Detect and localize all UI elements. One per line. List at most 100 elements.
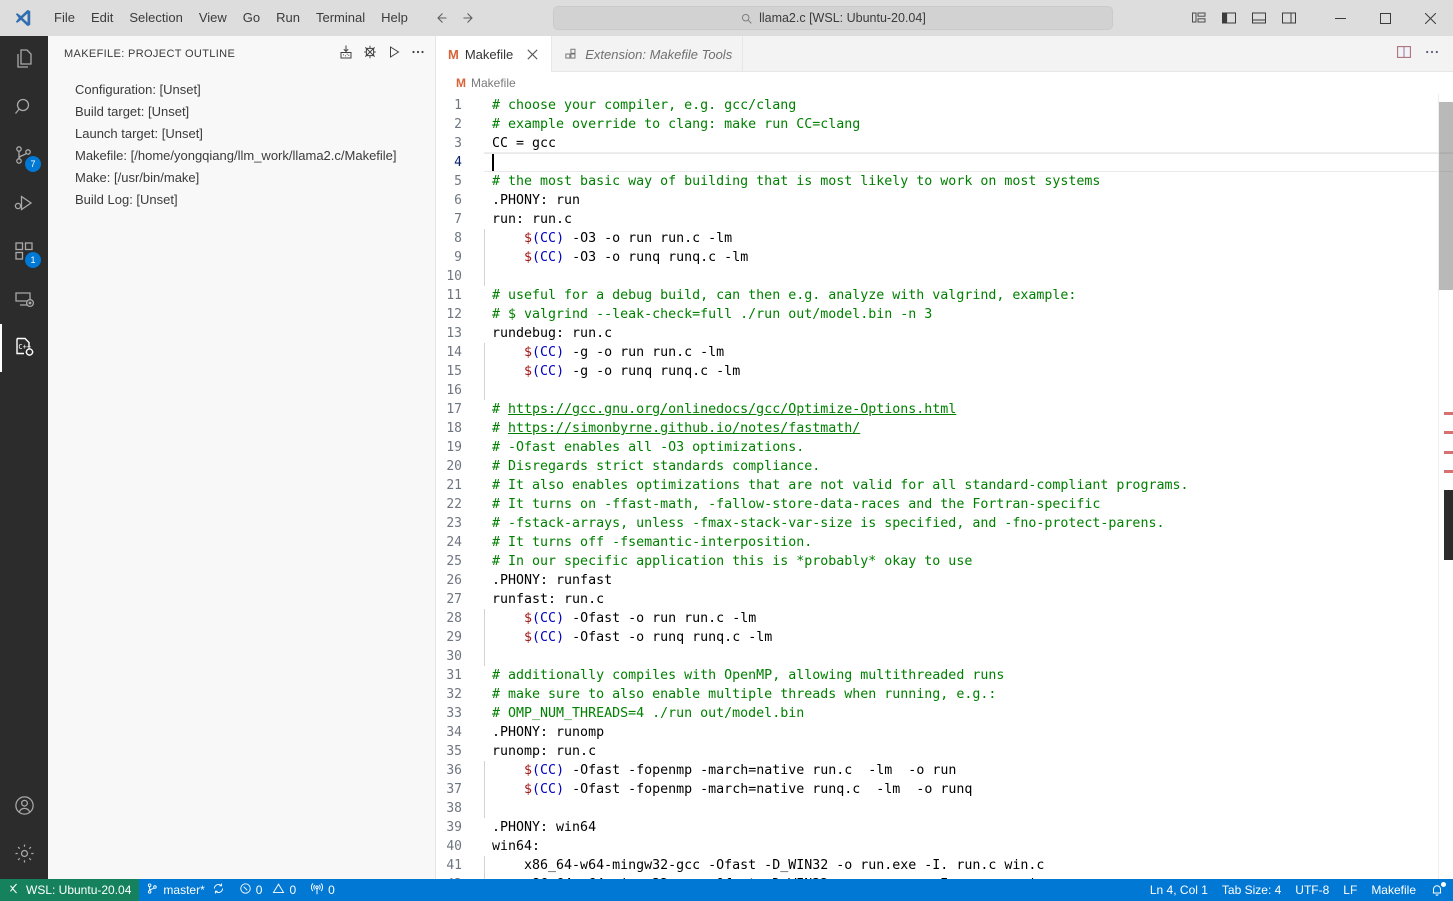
code-line[interactable]: 24 # It turns off -fsemantic-interpositio…	[436, 533, 1453, 552]
outline-row-makefile[interactable]: Makefile: [/home/yongqiang/llm_work/llam…	[48, 145, 435, 167]
split-editor-right-button[interactable]	[1391, 41, 1417, 67]
code-line[interactable]: 3 CC = gcc	[436, 134, 1453, 153]
code-line[interactable]: 6 .PHONY: run	[436, 191, 1453, 210]
code-line[interactable]: 10	[436, 267, 1453, 286]
editor-vertical-scrollbar[interactable]	[1439, 94, 1453, 879]
code-line[interactable]: 4	[436, 152, 1453, 172]
activity-search[interactable]	[0, 84, 48, 132]
outline-row-build-target[interactable]: Build target: [Unset]	[48, 101, 435, 123]
menu-run[interactable]: Run	[268, 0, 308, 36]
code-line[interactable]: 11 # useful for a debug build, can then e…	[436, 286, 1453, 305]
activity-makefile-tools[interactable]: C++	[0, 324, 48, 372]
close-icon[interactable]	[523, 45, 541, 63]
code-line[interactable]: 28 $(CC) -Ofast -o run run.c -lm	[436, 609, 1453, 628]
status-encoding[interactable]: UTF-8	[1288, 879, 1336, 901]
status-cursor-position[interactable]: Ln 4, Col 1	[1143, 879, 1215, 901]
editor-more-actions-button[interactable]	[1419, 41, 1445, 67]
code-line[interactable]: 32 # make sure to also enable multiple th…	[436, 685, 1453, 704]
code-line[interactable]: 1 # choose your compiler, e.g. gcc/clang	[436, 96, 1453, 115]
code-line[interactable]: 16	[436, 381, 1453, 400]
activity-run-and-debug[interactable]	[0, 180, 48, 228]
status-language-mode[interactable]: Makefile	[1364, 879, 1423, 901]
menu-selection[interactable]: Selection	[121, 0, 190, 36]
menu-edit[interactable]: Edit	[83, 0, 121, 36]
code-line[interactable]: 20 # Disregards strict standards complian…	[436, 457, 1453, 476]
code-line[interactable]: 27 runfast: run.c	[436, 590, 1453, 609]
menu-terminal[interactable]: Terminal	[308, 0, 373, 36]
status-problems[interactable]: 0 0	[232, 879, 303, 901]
status-source-control[interactable]: master*	[139, 879, 231, 901]
arrow-right-icon[interactable]	[456, 5, 482, 31]
activity-source-control[interactable]: 7	[0, 132, 48, 180]
toggle-panel-icon[interactable]	[1244, 4, 1274, 32]
activity-accounts[interactable]	[0, 783, 48, 831]
toggle-secondary-sidebar-icon[interactable]	[1274, 4, 1304, 32]
code-line[interactable]: 5 # the most basic way of building that i…	[436, 172, 1453, 191]
code-line[interactable]: 31 # additionally compiles with OpenMP, a…	[436, 666, 1453, 685]
code-line[interactable]: 26 .PHONY: runfast	[436, 571, 1453, 590]
code-line[interactable]: 7 run: run.c	[436, 210, 1453, 229]
tab-extension-makefile-tools[interactable]: Extension: Makefile Tools	[552, 36, 744, 72]
code-line[interactable]: 18 # https://simonbyrne.github.io/notes/f…	[436, 419, 1453, 438]
menu-go[interactable]: Go	[235, 0, 268, 36]
activity-remote-explorer[interactable]	[0, 276, 48, 324]
activity-extensions[interactable]: 1	[0, 228, 48, 276]
command-center[interactable]: llama2.c [WSL: Ubuntu-20.04]	[552, 6, 1113, 30]
code-line[interactable]: 40 win64:	[436, 837, 1453, 856]
activity-explorer[interactable]	[0, 36, 48, 84]
menu-file[interactable]: File	[46, 0, 83, 36]
status-remote-indicator[interactable]: WSL: Ubuntu-20.04	[0, 879, 140, 901]
status-ports[interactable]: 0	[303, 879, 342, 901]
debug-button[interactable]	[359, 43, 381, 65]
toggle-primary-sidebar-icon[interactable]	[1214, 4, 1244, 32]
code-line[interactable]: 33 # OMP_NUM_THREADS=4 ./run out/model.bi…	[436, 704, 1453, 723]
code-line[interactable]: 22 # It turns on -ffast-math, -fallow-sto…	[436, 495, 1453, 514]
code-line[interactable]: 23 # -fstack-arrays, unless -fmax-stack-v…	[436, 514, 1453, 533]
code-line[interactable]: 8 $(CC) -O3 -o run run.c -lm	[436, 229, 1453, 248]
minimize-button[interactable]	[1318, 0, 1363, 36]
outline-row-launch-target[interactable]: Launch target: [Unset]	[48, 123, 435, 145]
activity-manage[interactable]	[0, 831, 48, 879]
code-editor[interactable]: 1 # choose your compiler, e.g. gcc/clang 2…	[436, 94, 1453, 879]
breadcrumb-label[interactable]: Makefile	[471, 76, 516, 90]
code-line[interactable]: 35 runomp: run.c	[436, 742, 1453, 761]
menu-view[interactable]: View	[191, 0, 235, 36]
code-line[interactable]: 15 $(CC) -g -o runq runq.c -lm	[436, 362, 1453, 381]
code-token[interactable]: https://gcc.gnu.org/onlinedocs/gcc/Optim…	[508, 402, 956, 417]
code-line[interactable]: 19 # -Ofast enables all -O3 optimizations…	[436, 438, 1453, 457]
scrollbar-thumb[interactable]	[1439, 102, 1453, 290]
notifications-bell-icon[interactable]	[1423, 879, 1451, 901]
code-line[interactable]: 14 $(CC) -g -o run run.c -lm	[436, 343, 1453, 362]
code-line[interactable]: 25 # In our specific application this is …	[436, 552, 1453, 571]
customize-layout-icon[interactable]	[1184, 4, 1214, 32]
code-line[interactable]: 2 # example override to clang: make run C…	[436, 115, 1453, 134]
code-line[interactable]: 30	[436, 647, 1453, 666]
code-line[interactable]: 29 $(CC) -Ofast -o runq runq.c -lm	[436, 628, 1453, 647]
outline-row-configuration[interactable]: Configuration: [Unset]	[48, 79, 435, 101]
code-line[interactable]: 41 x86_64-w64-mingw32-gcc -Ofast -D_WIN3…	[436, 856, 1453, 875]
code-line[interactable]: 17 # https://gcc.gnu.org/onlinedocs/gcc/O…	[436, 400, 1453, 419]
maximize-button[interactable]	[1363, 0, 1408, 36]
code-line[interactable]: 13 rundebug: run.c	[436, 324, 1453, 343]
code-line[interactable]: 38	[436, 799, 1453, 818]
code-token[interactable]: https://simonbyrne.github.io/notes/fastm…	[508, 421, 860, 436]
code-line[interactable]: 36 $(CC) -Ofast -fopenmp -march=native r…	[436, 761, 1453, 780]
menu-help[interactable]: Help	[373, 0, 416, 36]
code-line[interactable]: 12 # $ valgrind --leak-check=full ./run o…	[436, 305, 1453, 324]
more-actions-button[interactable]	[407, 43, 429, 65]
code-line[interactable]: 39 .PHONY: win64	[436, 818, 1453, 837]
code-line[interactable]: 9 $(CC) -O3 -o runq runq.c -lm	[436, 248, 1453, 267]
status-eol[interactable]: LF	[1336, 879, 1364, 901]
code-line[interactable]: 37 $(CC) -Ofast -fopenmp -march=native r…	[436, 780, 1453, 799]
outline-row-make[interactable]: Make: [/usr/bin/make]	[48, 167, 435, 189]
build-button[interactable]	[335, 43, 357, 65]
status-tab-size[interactable]: Tab Size: 4	[1215, 879, 1288, 901]
close-button[interactable]	[1408, 0, 1453, 36]
arrow-left-icon[interactable]	[428, 5, 454, 31]
code-line[interactable]: 42 x86_64-w64-mingw32-gcc -Ofast -D_WIN3…	[436, 875, 1453, 879]
code-line[interactable]: 21 # It also enables optimizations that a…	[436, 476, 1453, 495]
outline-row-build-log[interactable]: Build Log: [Unset]	[48, 189, 435, 211]
run-button[interactable]	[383, 43, 405, 65]
tab-makefile[interactable]: M Makefile	[436, 36, 553, 72]
code-line[interactable]: 34 .PHONY: runomp	[436, 723, 1453, 742]
